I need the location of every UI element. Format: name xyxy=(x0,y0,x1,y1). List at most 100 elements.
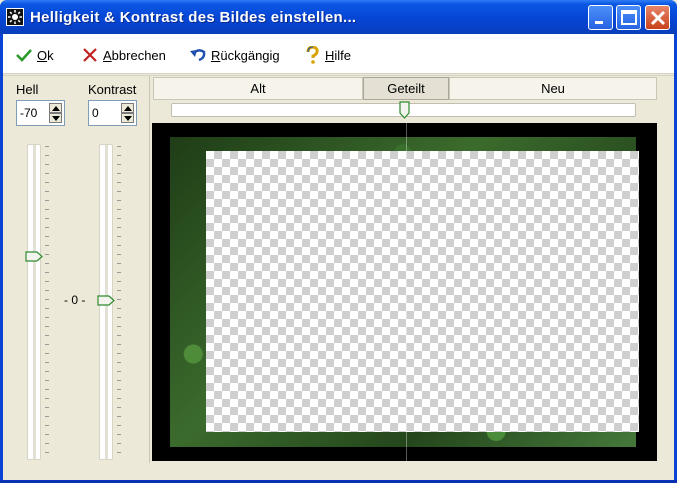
sun-icon xyxy=(6,8,24,26)
tick-mark xyxy=(117,191,121,192)
tick-mark xyxy=(117,299,121,300)
title-bar[interactable]: Helligkeit & Kontrast des Bildes einstel… xyxy=(0,0,677,34)
tick-mark xyxy=(45,371,49,372)
tick-mark xyxy=(45,218,49,219)
tick-mark xyxy=(45,263,49,264)
tick-mark xyxy=(117,200,121,201)
tick-mark xyxy=(117,173,121,174)
contrast-spin-arrows[interactable] xyxy=(121,103,134,123)
tick-mark xyxy=(45,173,49,174)
tick-mark xyxy=(45,308,49,309)
undo-label: Rückgängig xyxy=(211,47,280,63)
tick-mark xyxy=(45,317,49,318)
tick-mark xyxy=(117,335,121,336)
contrast-spinner[interactable]: 0 xyxy=(88,100,137,126)
tick-mark xyxy=(117,317,121,318)
tab-geteilt[interactable]: Geteilt xyxy=(363,77,449,100)
split-slider-thumb[interactable] xyxy=(399,101,410,119)
brightness-slider-track[interactable] xyxy=(27,144,41,460)
tick-mark xyxy=(45,182,49,183)
spin-up-icon[interactable] xyxy=(49,103,62,113)
tick-mark xyxy=(117,155,121,156)
tick-mark xyxy=(117,362,121,363)
tick-mark xyxy=(117,389,121,390)
tick-mark xyxy=(117,182,121,183)
tick-mark xyxy=(117,281,121,282)
tick-mark xyxy=(117,407,121,408)
tick-mark xyxy=(45,191,49,192)
zero-marker: - 0 - xyxy=(64,293,86,307)
undo-button[interactable]: Rückgängig xyxy=(189,44,280,66)
tick-mark xyxy=(45,452,49,453)
x-cross-icon xyxy=(81,46,99,64)
brightness-spinner[interactable]: -70 xyxy=(16,100,65,126)
maximize-icon xyxy=(621,10,637,25)
tick-mark xyxy=(117,290,121,291)
tick-mark xyxy=(45,236,49,237)
tick-mark xyxy=(117,254,121,255)
tick-mark xyxy=(117,326,121,327)
tick-mark xyxy=(45,272,49,273)
maximize-button[interactable] xyxy=(616,5,641,30)
brightness-spin-arrows[interactable] xyxy=(49,103,62,123)
minimize-button[interactable] xyxy=(588,5,613,30)
contrast-value: 0 xyxy=(92,106,99,120)
tick-mark xyxy=(45,425,49,426)
tick-mark xyxy=(45,353,49,354)
contrast-slider-thumb[interactable] xyxy=(97,295,115,306)
tick-mark xyxy=(45,326,49,327)
tick-mark xyxy=(45,335,49,336)
cancel-button[interactable]: Abbrechen xyxy=(81,44,166,66)
cancel-label: Abbrechen xyxy=(103,47,166,63)
brightness-slider-thumb[interactable] xyxy=(25,251,43,262)
tick-mark xyxy=(117,146,121,147)
tick-mark xyxy=(45,164,49,165)
tick-mark xyxy=(45,227,49,228)
tick-mark xyxy=(45,389,49,390)
split-divider-line xyxy=(406,123,407,461)
tick-mark xyxy=(117,236,121,237)
minimize-icon xyxy=(595,21,603,24)
tick-mark xyxy=(45,254,49,255)
window-title: Helligkeit & Kontrast des Bildes einstel… xyxy=(30,9,357,26)
tick-mark xyxy=(45,245,49,246)
tick-mark xyxy=(117,164,121,165)
help-button[interactable]: Hilfe xyxy=(303,44,351,66)
spin-down-icon[interactable] xyxy=(49,113,62,123)
undo-arrow-icon xyxy=(189,46,207,64)
contrast-ticks xyxy=(117,146,121,461)
tick-mark xyxy=(117,263,121,264)
tick-mark xyxy=(45,362,49,363)
tick-mark xyxy=(45,380,49,381)
tick-mark xyxy=(117,425,121,426)
tick-mark xyxy=(117,443,121,444)
help-label: Hilfe xyxy=(325,47,352,63)
tick-mark xyxy=(45,281,49,282)
tab-alt[interactable]: Alt xyxy=(153,77,363,100)
tick-mark xyxy=(117,218,121,219)
tick-mark xyxy=(45,155,49,156)
dialog-window: Helligkeit & Kontrast des Bildes einstel… xyxy=(0,0,677,483)
spin-up-icon[interactable] xyxy=(121,103,134,113)
spin-down-icon[interactable] xyxy=(121,113,134,123)
tick-mark xyxy=(117,245,121,246)
tick-mark xyxy=(45,146,49,147)
view-tabs: Alt Geteilt Neu xyxy=(153,77,657,100)
tick-mark xyxy=(117,209,121,210)
dialog-body: Ok Abbrechen Rückgängig Hilfe Hell Kontr… xyxy=(3,34,674,480)
ok-button[interactable]: Ok xyxy=(15,44,54,66)
help-question-icon xyxy=(303,46,321,64)
tick-mark xyxy=(45,299,49,300)
tick-mark xyxy=(117,452,121,453)
tab-neu[interactable]: Neu xyxy=(449,77,657,100)
tick-mark xyxy=(117,227,121,228)
close-button[interactable] xyxy=(645,5,670,30)
contrast-label: Kontrast xyxy=(88,82,137,97)
tick-mark xyxy=(117,272,121,273)
close-icon xyxy=(650,10,666,26)
tick-mark xyxy=(45,416,49,417)
toolbar: Ok Abbrechen Rückgängig Hilfe xyxy=(3,34,674,74)
tick-mark xyxy=(45,290,49,291)
tick-mark xyxy=(45,344,49,345)
tick-mark xyxy=(117,371,121,372)
